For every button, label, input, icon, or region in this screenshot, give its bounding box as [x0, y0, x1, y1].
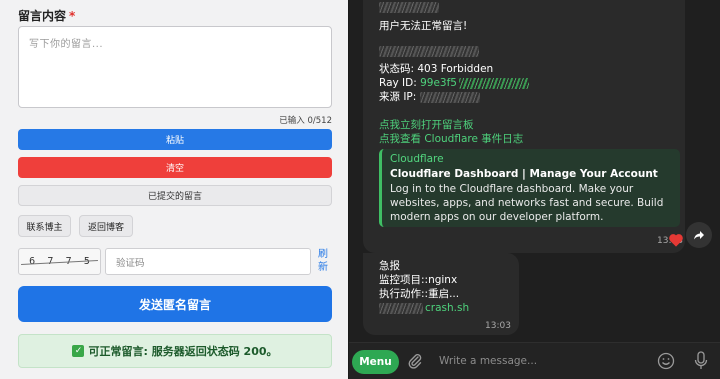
- clear-button[interactable]: 清空: [18, 157, 332, 178]
- ray-id-value[interactable]: 99e3f5: [420, 77, 457, 89]
- attach-icon[interactable]: [407, 352, 423, 374]
- preview-description: Log in to the Cloudflare dashboard. Make…: [390, 183, 664, 223]
- preview-source: Cloudflare: [390, 153, 444, 165]
- message-input-bar: Menu Write a message...: [349, 342, 720, 379]
- microphone-icon[interactable]: [694, 351, 708, 375]
- urgent-title: 急报: [379, 260, 400, 272]
- redacted-text: [420, 91, 481, 103]
- message-input[interactable]: Write a message...: [439, 355, 537, 367]
- redacted-text: [459, 77, 529, 89]
- captcha-char: 7: [65, 256, 72, 267]
- action-line: 执行动作::重启...: [379, 288, 460, 300]
- alert-message-bubble: 用户无法正常留言! 状态码: 403 Forbidden Ray ID: 99e…: [363, 0, 685, 253]
- contact-blogger-button[interactable]: 联系博主: [18, 215, 71, 237]
- captcha-input[interactable]: 验证码: [105, 248, 311, 275]
- alert-title: 用户无法正常留言!: [379, 20, 468, 32]
- captcha-char: 6: [29, 256, 36, 267]
- required-mark: *: [69, 9, 76, 23]
- emoji-icon[interactable]: [657, 352, 675, 374]
- ray-id-line: Ray ID: 99e3f5: [379, 77, 529, 91]
- script-line: crash.sh: [379, 302, 469, 316]
- check-icon: ✓: [72, 345, 85, 357]
- preview-title: Cloudflare Dashboard | Manage Your Accou…: [390, 167, 658, 180]
- status-banner: ✓ 可正常留言: 服务器返回状态码 200。: [18, 334, 332, 368]
- comment-textarea[interactable]: 写下你的留言...: [18, 26, 332, 108]
- share-icon[interactable]: [686, 222, 712, 248]
- refresh-captcha-link[interactable]: 刷新: [318, 248, 332, 274]
- captcha-image[interactable]: 6 7 7 5: [18, 248, 101, 275]
- redacted-text: [379, 2, 439, 13]
- message-time: 13:03: [485, 321, 511, 331]
- send-anonymous-button[interactable]: 发送匿名留言: [18, 286, 332, 322]
- comment-form-panel: 留言内容 * 写下你的留言... 已输入 0/512 粘贴 清空 已提交的留言 联…: [0, 0, 348, 379]
- chat-panel: 用户无法正常留言! 状态码: 403 Forbidden Ray ID: 99e…: [349, 0, 720, 379]
- source-ip-line: 来源 IP:: [379, 91, 481, 105]
- paste-button[interactable]: 粘贴: [18, 129, 332, 150]
- redacted-text: [379, 46, 479, 57]
- captcha-char: 7: [47, 256, 54, 267]
- event-log-link[interactable]: 点我查看 Cloudflare 事件日志: [379, 133, 523, 147]
- char-counter: 已输入 0/512: [279, 116, 332, 126]
- back-to-blog-button[interactable]: 返回博客: [79, 215, 133, 237]
- captcha-char: 5: [83, 256, 90, 267]
- link-preview-card[interactable]: Cloudflare Cloudflare Dashboard | Manage…: [379, 149, 680, 227]
- monitor-line: 监控项目::nginx: [379, 274, 458, 286]
- field-label: 留言内容 *: [18, 9, 76, 23]
- submitted-comments-button[interactable]: 已提交的留言: [18, 185, 332, 206]
- menu-button[interactable]: Menu: [352, 350, 399, 374]
- alert-message-bubble-2: 急报 监控项目::nginx 执行动作::重启... crash.sh 13:0…: [363, 253, 519, 335]
- redacted-text: [379, 302, 423, 314]
- script-name[interactable]: crash.sh: [425, 302, 469, 314]
- textarea-placeholder: 写下你的留言...: [29, 39, 104, 50]
- captcha-placeholder: 验证码: [116, 257, 145, 269]
- open-board-link[interactable]: 点我立刻打开留言板: [379, 119, 474, 133]
- status-text: 可正常留言: 服务器返回状态码 200。: [88, 345, 278, 358]
- status-code-line: 状态码: 403 Forbidden: [379, 63, 494, 75]
